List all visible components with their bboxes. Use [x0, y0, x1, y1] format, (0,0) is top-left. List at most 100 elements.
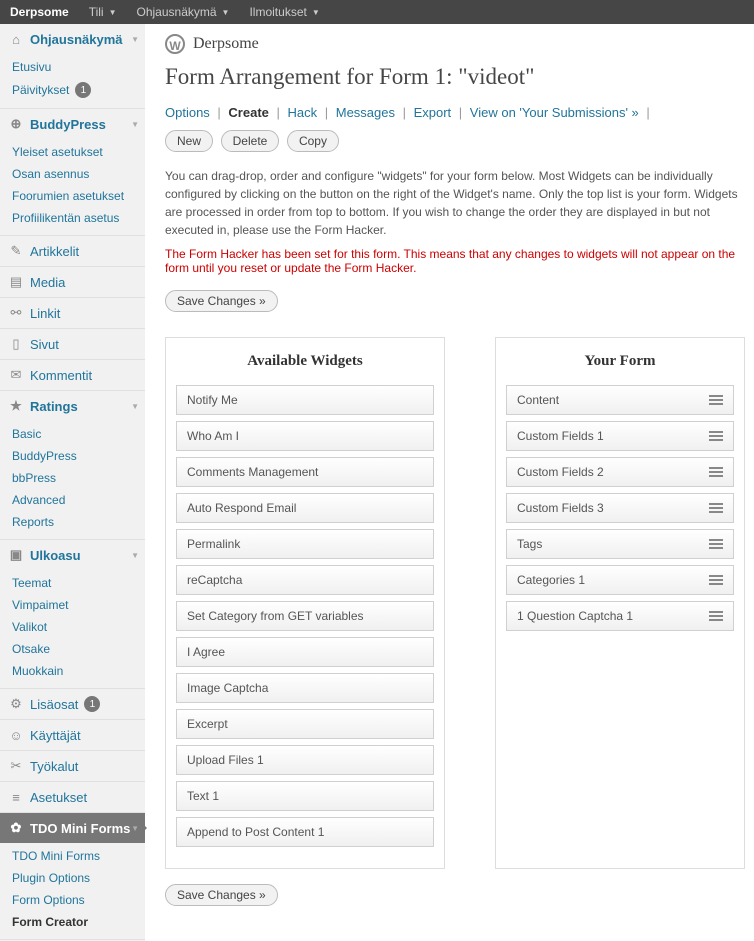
- tab-view-on-your-submissions-[interactable]: View on 'Your Submissions' »: [470, 105, 639, 120]
- menu-icon: ✿: [8, 820, 24, 836]
- admin-sidebar: ⌂Ohjausnäkymä▼EtusivuPäivitykset1 ⊕BuddyP…: [0, 24, 145, 941]
- widget-text-1[interactable]: Text 1: [176, 781, 434, 811]
- menu-label: Käyttäjät: [30, 728, 81, 743]
- drag-handle-icon[interactable]: [709, 467, 723, 477]
- menu-icon: ▣: [8, 547, 24, 563]
- admin-bar-site[interactable]: Derpsome: [10, 5, 79, 19]
- widget-1-question-captcha-1[interactable]: 1 Question Captcha 1: [506, 601, 734, 631]
- page-tabs: Options | Create | Hack | Messages | Exp…: [165, 105, 754, 120]
- menu-ratings[interactable]: ★Ratings▼: [0, 391, 145, 421]
- drag-handle-icon[interactable]: [709, 611, 723, 621]
- menu-media[interactable]: ▤ Media: [0, 267, 145, 297]
- new-button[interactable]: New: [165, 130, 213, 152]
- menu-label: Sivut: [30, 337, 59, 352]
- widget-who-am-i[interactable]: Who Am I: [176, 421, 434, 451]
- badge: 1: [84, 696, 100, 712]
- widget-tags[interactable]: Tags: [506, 529, 734, 559]
- menu-tdo-mini-forms[interactable]: ✿TDO Mini Forms▼: [0, 813, 145, 843]
- submenu-osan-asennus[interactable]: Osan asennus: [12, 163, 145, 185]
- widget-auto-respond-email[interactable]: Auto Respond Email: [176, 493, 434, 523]
- widget-excerpt[interactable]: Excerpt: [176, 709, 434, 739]
- menu-käyttäjät[interactable]: ☺Käyttäjät: [0, 720, 145, 750]
- widget-image-captcha[interactable]: Image Captcha: [176, 673, 434, 703]
- submenu-profiilikentän-asetus[interactable]: Profiilikentän asetus: [12, 207, 145, 229]
- available-widgets-title: Available Widgets: [176, 353, 434, 370]
- widget-label: Who Am I: [187, 429, 239, 443]
- submenu-otsake[interactable]: Otsake: [12, 638, 145, 660]
- drag-handle-icon[interactable]: [709, 503, 723, 513]
- submenu-tdo-mini-forms[interactable]: TDO Mini Forms: [12, 845, 145, 867]
- submenu-foorumien-asetukset[interactable]: Foorumien asetukset: [12, 185, 145, 207]
- submenu-form-options[interactable]: Form Options: [12, 889, 145, 911]
- menu-kommentit[interactable]: ✉Kommentit: [0, 360, 145, 390]
- submenu-reports[interactable]: Reports: [12, 511, 145, 533]
- tab-export[interactable]: Export: [414, 105, 452, 120]
- drag-handle-icon[interactable]: [709, 395, 723, 405]
- widget-label: Content: [517, 393, 559, 407]
- submenu-etusivu[interactable]: Etusivu: [12, 56, 145, 78]
- warning-text: The Form Hacker has been set for this fo…: [165, 247, 754, 275]
- widget-comments-management[interactable]: Comments Management: [176, 457, 434, 487]
- widget-i-agree[interactable]: I Agree: [176, 637, 434, 667]
- widget-notify-me[interactable]: Notify Me: [176, 385, 434, 415]
- badge: 1: [75, 82, 91, 98]
- submenu-vimpaimet[interactable]: Vimpaimet: [12, 594, 145, 616]
- menu-icon: ★: [8, 398, 24, 414]
- menu-lisäosat[interactable]: ⚙Lisäosat1: [0, 689, 145, 719]
- admin-bar-ohjausnakyma[interactable]: Ohjausnäkymä▼: [127, 5, 240, 19]
- save-changes-bottom-button[interactable]: Save Changes »: [165, 884, 278, 906]
- widget-set-category-from-get-variables[interactable]: Set Category from GET variables: [176, 601, 434, 631]
- menu-buddypress[interactable]: ⊕BuddyPress▼: [0, 109, 145, 139]
- submenu-muokkain[interactable]: Muokkain: [12, 660, 145, 682]
- submenu-plugin-options[interactable]: Plugin Options: [12, 867, 145, 889]
- drag-handle-icon[interactable]: [709, 431, 723, 441]
- chevron-down-icon: ▼: [109, 8, 117, 17]
- menu-label: Ulkoasu: [30, 548, 81, 563]
- widget-categories-1[interactable]: Categories 1: [506, 565, 734, 595]
- menu-työkalut[interactable]: ✂Työkalut: [0, 751, 145, 781]
- submenu-bbpress[interactable]: bbPress: [12, 467, 145, 489]
- submenu-advanced[interactable]: Advanced: [12, 489, 145, 511]
- widget-custom-fields-2[interactable]: Custom Fields 2: [506, 457, 734, 487]
- save-changes-top-button[interactable]: Save Changes »: [165, 290, 278, 312]
- submenu-teemat[interactable]: Teemat: [12, 572, 145, 594]
- widget-permalink[interactable]: Permalink: [176, 529, 434, 559]
- menu-linkit[interactable]: ⚯Linkit: [0, 298, 145, 328]
- menu-ohjausnäkymä[interactable]: ⌂Ohjausnäkymä▼: [0, 24, 145, 54]
- submenu-valikot[interactable]: Valikot: [12, 616, 145, 638]
- tab-hack[interactable]: Hack: [288, 105, 318, 120]
- submenu-buddypress[interactable]: BuddyPress: [12, 445, 145, 467]
- widget-recaptcha[interactable]: reCaptcha: [176, 565, 434, 595]
- menu-label: Asetukset: [30, 790, 87, 805]
- tab-messages[interactable]: Messages: [336, 105, 395, 120]
- widget-custom-fields-1[interactable]: Custom Fields 1: [506, 421, 734, 451]
- menu-artikkelit[interactable]: ✎Artikkelit: [0, 236, 145, 266]
- submenu-form-creator[interactable]: Form Creator: [12, 911, 145, 933]
- available-widgets-panel: Available Widgets Notify Me Who Am I Comme…: [165, 337, 445, 869]
- copy-button[interactable]: Copy: [287, 130, 339, 152]
- widget-append-to-post-content-1[interactable]: Append to Post Content 1: [176, 817, 434, 847]
- submenu-yleiset-asetukset[interactable]: Yleiset asetukset: [12, 141, 145, 163]
- menu-label: BuddyPress: [30, 117, 106, 132]
- admin-bar-tili[interactable]: Tili▼: [79, 5, 127, 19]
- menu-icon: ▯: [8, 336, 24, 352]
- submenu-päivitykset[interactable]: Päivitykset1: [12, 78, 145, 102]
- admin-bar-ilmoitukset[interactable]: Ilmoitukset▼: [239, 5, 329, 19]
- delete-button[interactable]: Delete: [221, 130, 280, 152]
- menu-label: Lisäosat: [30, 697, 78, 712]
- tab-create[interactable]: Create: [228, 105, 268, 120]
- widget-upload-files-1[interactable]: Upload Files 1: [176, 745, 434, 775]
- drag-handle-icon[interactable]: [709, 575, 723, 585]
- menu-ulkoasu[interactable]: ▣Ulkoasu▼: [0, 540, 145, 570]
- widget-custom-fields-3[interactable]: Custom Fields 3: [506, 493, 734, 523]
- widget-content[interactable]: Content: [506, 385, 734, 415]
- menu-asetukset[interactable]: ≡Asetukset: [0, 782, 145, 812]
- menu-sivut[interactable]: ▯ Sivut: [0, 329, 145, 359]
- main-content: Derpsome Form Arrangement for Form 1: "v…: [145, 24, 754, 941]
- menu-icon: ▤: [8, 274, 24, 290]
- tab-options[interactable]: Options: [165, 105, 210, 120]
- widget-label: Image Captcha: [187, 681, 268, 695]
- submenu-basic[interactable]: Basic: [12, 423, 145, 445]
- drag-handle-icon[interactable]: [709, 539, 723, 549]
- menu-label: Media: [30, 275, 65, 290]
